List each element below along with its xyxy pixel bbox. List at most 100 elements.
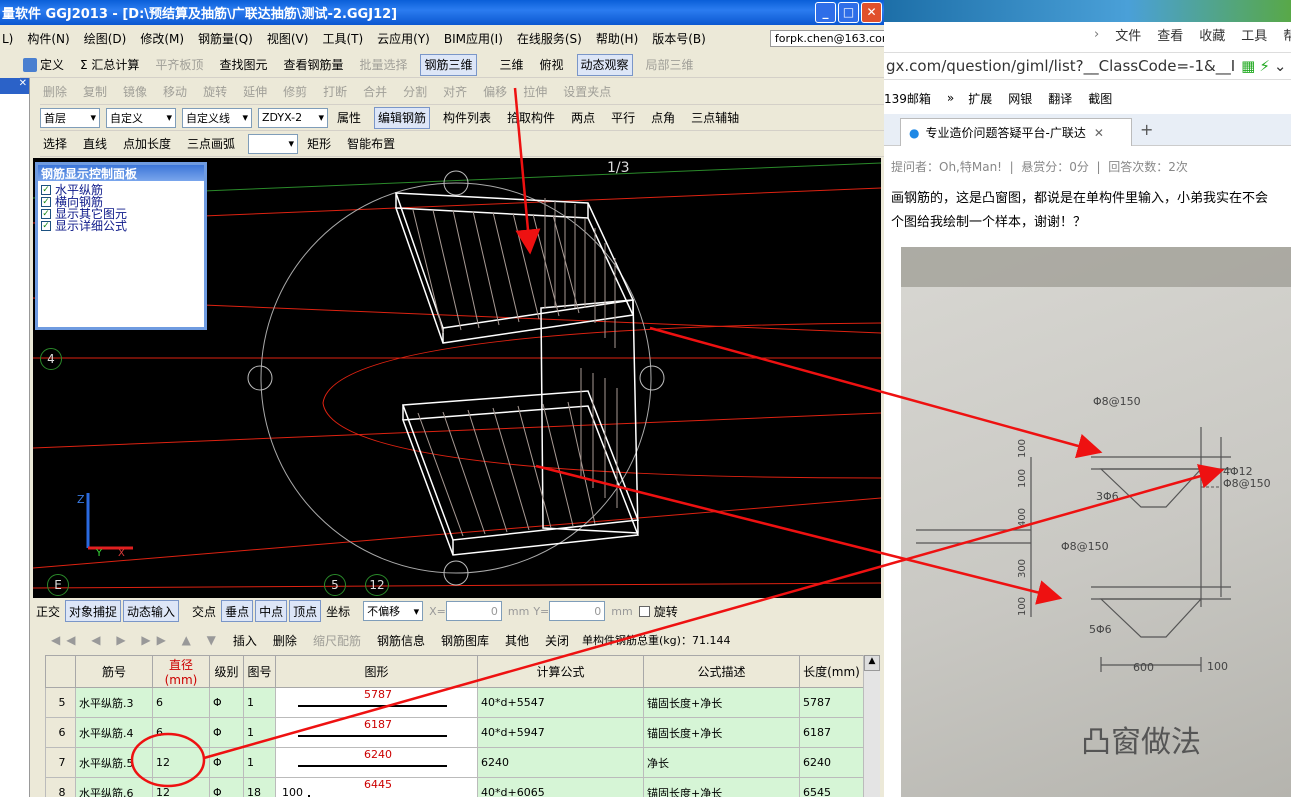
col-header-fig[interactable]: 图号 — [243, 655, 276, 688]
offset-button[interactable]: 偏移 — [480, 81, 510, 103]
3d-view-button[interactable]: 三维 — [497, 54, 527, 76]
address-bar[interactable]: gx.com/question/giml/list?__ClassCode=-1… — [884, 52, 1291, 80]
select-button[interactable]: 选择 — [40, 133, 70, 155]
check-show-formula[interactable]: ✓ 显示详细公式 — [38, 220, 204, 232]
browser-menu-view[interactable]: 查看 — [1157, 25, 1183, 44]
col-header-shape[interactable]: 图形 — [275, 655, 478, 688]
delete-row-button[interactable]: 删除 — [270, 629, 300, 651]
top-view-button[interactable]: 俯视 — [537, 54, 567, 76]
menu-item-draw[interactable]: 绘图(D) — [84, 30, 127, 47]
col-header-formula[interactable]: 计算公式 — [477, 655, 644, 688]
col-header-diameter[interactable]: 直径(mm) — [152, 655, 210, 688]
local-3d-button[interactable]: 局部三维 — [643, 54, 697, 76]
dynamic-input-button[interactable]: 动态输入 — [123, 600, 180, 622]
pick-component-button[interactable]: 拾取构件 — [504, 107, 558, 129]
point-angle-button[interactable]: 点角 — [648, 107, 678, 129]
line-button[interactable]: 直线 — [80, 133, 110, 155]
tab-close-icon[interactable]: ✕ — [1094, 126, 1104, 140]
menu-item-help[interactable]: 帮助(H) — [596, 30, 638, 47]
y-input[interactable]: 0 — [549, 601, 606, 621]
menu-item-cloud[interactable]: 云应用(Y) — [377, 30, 430, 47]
fav-screenshot[interactable]: 截图 — [1088, 90, 1112, 107]
rebar-3d-button[interactable]: 钢筋三维 — [420, 53, 477, 76]
parallel-button[interactable]: 平行 — [608, 107, 638, 129]
summary-calc-button[interactable]: Σ 汇总计算 — [77, 54, 142, 76]
scroll-up-icon[interactable]: ▲ — [864, 655, 880, 671]
table-row[interactable]: 6 水平纵筋.4 6 Φ 1 6187 40*d+5947 锚固长度+净长 61… — [45, 717, 864, 748]
find-element-button[interactable]: 查找图元 — [216, 54, 270, 76]
vertex-snap-button[interactable]: 顶点 — [289, 600, 322, 622]
scaled-rebar-button[interactable]: 缩尺配筋 — [310, 629, 364, 651]
fav-netbank[interactable]: 网银 — [1008, 90, 1032, 107]
x-input[interactable]: 0 — [445, 601, 502, 621]
menu-item-l[interactable]: L) — [2, 32, 13, 46]
shape-cell[interactable]: 6240 — [275, 747, 478, 778]
account-combo[interactable]: forpk.chen@163.com — [769, 30, 884, 47]
close-icon[interactable]: ✕ — [0, 78, 29, 94]
element-select[interactable]: ZDYX-2 ▾ — [258, 107, 328, 128]
rebar-library-button[interactable]: 钢筋图库 — [438, 629, 492, 651]
intersection-snap-button[interactable]: 交点 — [189, 600, 219, 622]
address-url[interactable]: gx.com/question/giml/list?__ClassCode=-1… — [886, 57, 1235, 75]
new-tab-icon[interactable]: + — [1140, 120, 1153, 139]
record-nav-icons[interactable]: ◀◀ ◀ ▶ ▶▶ ▲ ▼ — [51, 633, 222, 647]
menu-item-online[interactable]: 在线服务(S) — [517, 30, 582, 47]
minimize-button[interactable]: _ — [815, 2, 836, 23]
close-grid-button[interactable]: 关闭 — [542, 629, 572, 651]
view-rebar-qty-button[interactable]: 查看钢筋量 — [280, 54, 346, 76]
double-chevron-icon[interactable]: » — [947, 91, 954, 105]
chevron-down-icon[interactable]: ⌄ — [1274, 57, 1287, 75]
merge-button[interactable]: 合并 — [360, 81, 390, 103]
floor-select[interactable]: 首层 ▾ — [40, 107, 100, 128]
menu-item-component[interactable]: 构件(N) — [27, 30, 69, 47]
browser-menu-tools[interactable]: 工具 — [1241, 25, 1267, 44]
stretch-button[interactable]: 拉伸 — [520, 81, 550, 103]
three-point-arc-button[interactable]: 三点画弧 — [184, 133, 238, 155]
type-select[interactable]: 自定义 ▾ — [106, 107, 176, 128]
table-scrollbar[interactable]: ▲ — [863, 655, 880, 797]
fav-translate[interactable]: 翻译 — [1048, 90, 1072, 107]
menu-item-view[interactable]: 视图(V) — [267, 30, 309, 47]
browser-menu-file[interactable]: 文件 — [1115, 25, 1141, 44]
arc-mode-select[interactable]: ▾ — [248, 133, 299, 154]
two-point-button[interactable]: 两点 — [568, 107, 598, 129]
offset-mode-select[interactable]: 不偏移 ▾ — [363, 601, 424, 621]
batch-select-button[interactable]: 批量选择 — [356, 54, 410, 76]
break-button[interactable]: 打断 — [320, 81, 350, 103]
copy-button[interactable]: 复制 — [80, 81, 110, 103]
subtype-select[interactable]: 自定义线 ▾ — [182, 107, 252, 128]
browser-menu-favorites[interactable]: 收藏 — [1199, 25, 1225, 44]
menu-item-rebar-qty[interactable]: 钢筋量(Q) — [198, 30, 253, 47]
qr-icon[interactable]: ▦ — [1241, 57, 1255, 75]
browser-tab[interactable]: ● 专业造价问题答疑平台-广联达 ✕ — [900, 118, 1132, 146]
align-button[interactable]: 对齐 — [440, 81, 470, 103]
table-row[interactable]: 5 水平纵筋.3 6 Φ 1 5787 40*d+5547 锚固长度+净长 57… — [45, 687, 864, 718]
menu-item-bim[interactable]: BIM应用(I) — [444, 30, 503, 47]
menu-item-modify[interactable]: 修改(M) — [140, 30, 184, 47]
rebar-info-button[interactable]: 钢筋信息 — [374, 629, 428, 651]
dynamic-orbit-button[interactable]: 动态观察 — [576, 53, 633, 76]
extend-button[interactable]: 延伸 — [240, 81, 270, 103]
component-list-button[interactable]: 构件列表 — [440, 107, 494, 129]
close-button[interactable]: ✕ — [861, 2, 882, 23]
other-menu-button[interactable]: 其他 — [502, 629, 532, 651]
shape-cell[interactable]: 5787 — [275, 687, 478, 718]
coordinate-button[interactable]: 坐标 — [323, 600, 353, 622]
maximize-button[interactable]: □ — [838, 2, 859, 23]
move-button[interactable]: 移动 — [160, 81, 190, 103]
shape-cell[interactable]: 100 6445 — [275, 777, 478, 797]
rotate-button[interactable]: 旋转 — [200, 81, 230, 103]
fav-extensions[interactable]: 扩展 — [968, 90, 992, 107]
object-snap-button[interactable]: 对象捕捉 — [65, 600, 122, 622]
fav-139mail[interactable]: 139邮箱 — [884, 90, 931, 107]
delete-button[interactable]: 删除 — [40, 81, 70, 103]
col-header-desc[interactable]: 公式描述 — [643, 655, 800, 688]
trim-button[interactable]: 修剪 — [280, 81, 310, 103]
insert-row-button[interactable]: 插入 — [230, 629, 260, 651]
shape-cell[interactable]: 6187 — [275, 717, 478, 748]
col-header-name[interactable]: 筋号 — [75, 655, 153, 688]
properties-button[interactable]: 属性 — [334, 107, 364, 129]
table-row[interactable]: 8 水平纵筋.6 12 Φ 18 100 6445 40*d+6065 锚固长度+… — [45, 777, 864, 797]
define-button[interactable]: 定义 — [20, 54, 67, 76]
col-header-grade[interactable]: 级别 — [209, 655, 244, 688]
